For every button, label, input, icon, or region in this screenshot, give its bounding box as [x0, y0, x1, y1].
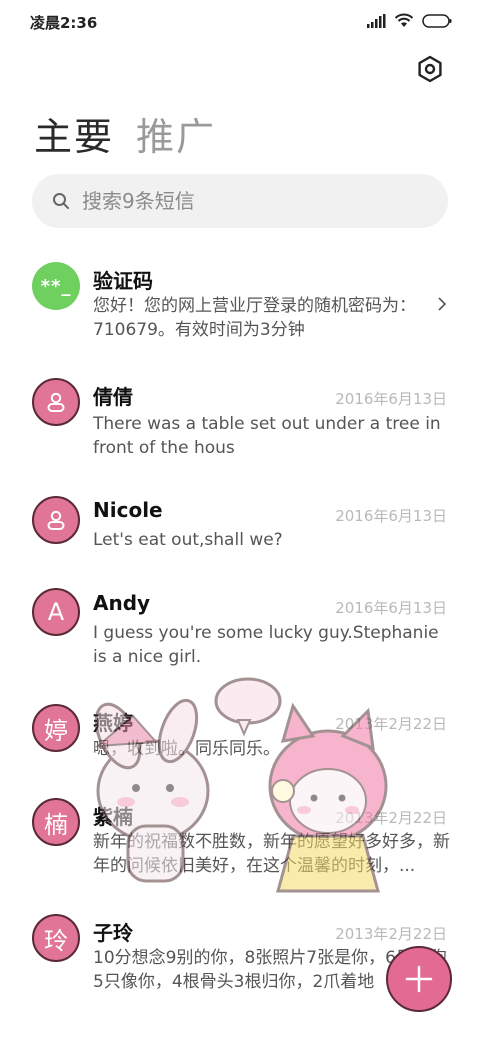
conversation-name: 验证码 — [93, 269, 153, 293]
plus-icon — [405, 965, 433, 993]
status-icons — [366, 13, 452, 28]
settings-icon[interactable] — [416, 55, 444, 83]
avatar: 楠 — [32, 798, 80, 846]
avatar-letter: 婷 — [44, 716, 68, 745]
conversation-name: Andy — [93, 591, 151, 615]
conversation-name: 倩倩 — [93, 385, 133, 409]
signal-icon — [367, 13, 386, 28]
conversation-preview: 嗯，收到啦。同乐同乐。 — [93, 739, 280, 759]
avatar — [32, 496, 80, 544]
battery-icon — [422, 13, 452, 28]
conversation-date: 2013年2月22日 — [335, 925, 447, 943]
status-bar: 凌晨2:36 — [0, 0, 480, 44]
avatar-text: **_ — [40, 275, 72, 297]
tab-primary[interactable]: 主要 — [34, 106, 114, 161]
list-item[interactable]: 婷 燕婷 2013年2月22日 嗯，收到啦。同乐同乐。 — [0, 702, 480, 782]
user-icon — [47, 510, 65, 530]
avatar — [32, 378, 80, 426]
wifi-icon — [394, 13, 414, 27]
avatar-letter: 楠 — [44, 810, 68, 839]
search-bar[interactable] — [32, 174, 448, 228]
conversation-preview: There was a table set out under a tree i… — [93, 414, 441, 458]
conversation-date: 2016年6月13日 — [335, 507, 447, 525]
list-item[interactable]: 楠 紫楠 2013年2月22日 新年的祝福数不胜数，新年的愿望好多好多，新年的问… — [0, 798, 480, 898]
avatar-letter: 玲 — [44, 926, 68, 955]
search-icon — [53, 193, 69, 209]
conversation-name: 紫楠 — [93, 805, 133, 829]
compose-button[interactable] — [386, 946, 452, 1012]
list-item[interactable]: A Andy 2016年6月13日 I guess you're some lu… — [0, 584, 480, 684]
user-icon — [47, 392, 65, 412]
conversation-name: Nicole — [93, 498, 163, 522]
conversation-date: 2013年2月22日 — [335, 809, 447, 827]
chevron-right-icon[interactable] — [436, 296, 448, 312]
conversation-preview: I guess you're some lucky guy.Stephanie … — [93, 623, 439, 667]
conversation-date: 2016年6月13日 — [335, 599, 447, 617]
conversation-name: 子玲 — [93, 921, 133, 945]
conversation-preview: Let's eat out,shall we? — [93, 530, 283, 550]
conversation-name: 燕婷 — [93, 711, 133, 735]
avatar: 婷 — [32, 704, 80, 752]
avatar: A — [32, 588, 80, 636]
avatar: **_ — [32, 262, 80, 310]
conversation-date: 2016年6月13日 — [335, 390, 447, 408]
avatar: 玲 — [32, 914, 80, 962]
avatar-letter: A — [47, 598, 65, 626]
search-input[interactable] — [82, 189, 422, 213]
list-item[interactable]: 倩倩 2016年6月13日 There was a table set out … — [0, 368, 480, 472]
conversation-preview: 您好！您的网上营业厅登录的随机密码为：710679。有效时间为3分钟 — [93, 296, 416, 340]
list-item[interactable]: **_ 验证码 您好！您的网上营业厅登录的随机密码为：710679。有效时间为3… — [0, 254, 480, 358]
conversation-date: 2013年2月22日 — [335, 715, 447, 733]
conversation-preview: 新年的祝福数不胜数，新年的愿望好多好多，新年的问候依旧美好，在这个温馨的时刻，.… — [93, 832, 450, 876]
tab-bar: 主要 推广 — [34, 106, 216, 161]
tab-promotions[interactable]: 推广 — [136, 106, 216, 161]
status-time: 凌晨2:36 — [30, 14, 98, 32]
list-item[interactable]: Nicole 2016年6月13日 Let's eat out,shall we… — [0, 486, 480, 566]
